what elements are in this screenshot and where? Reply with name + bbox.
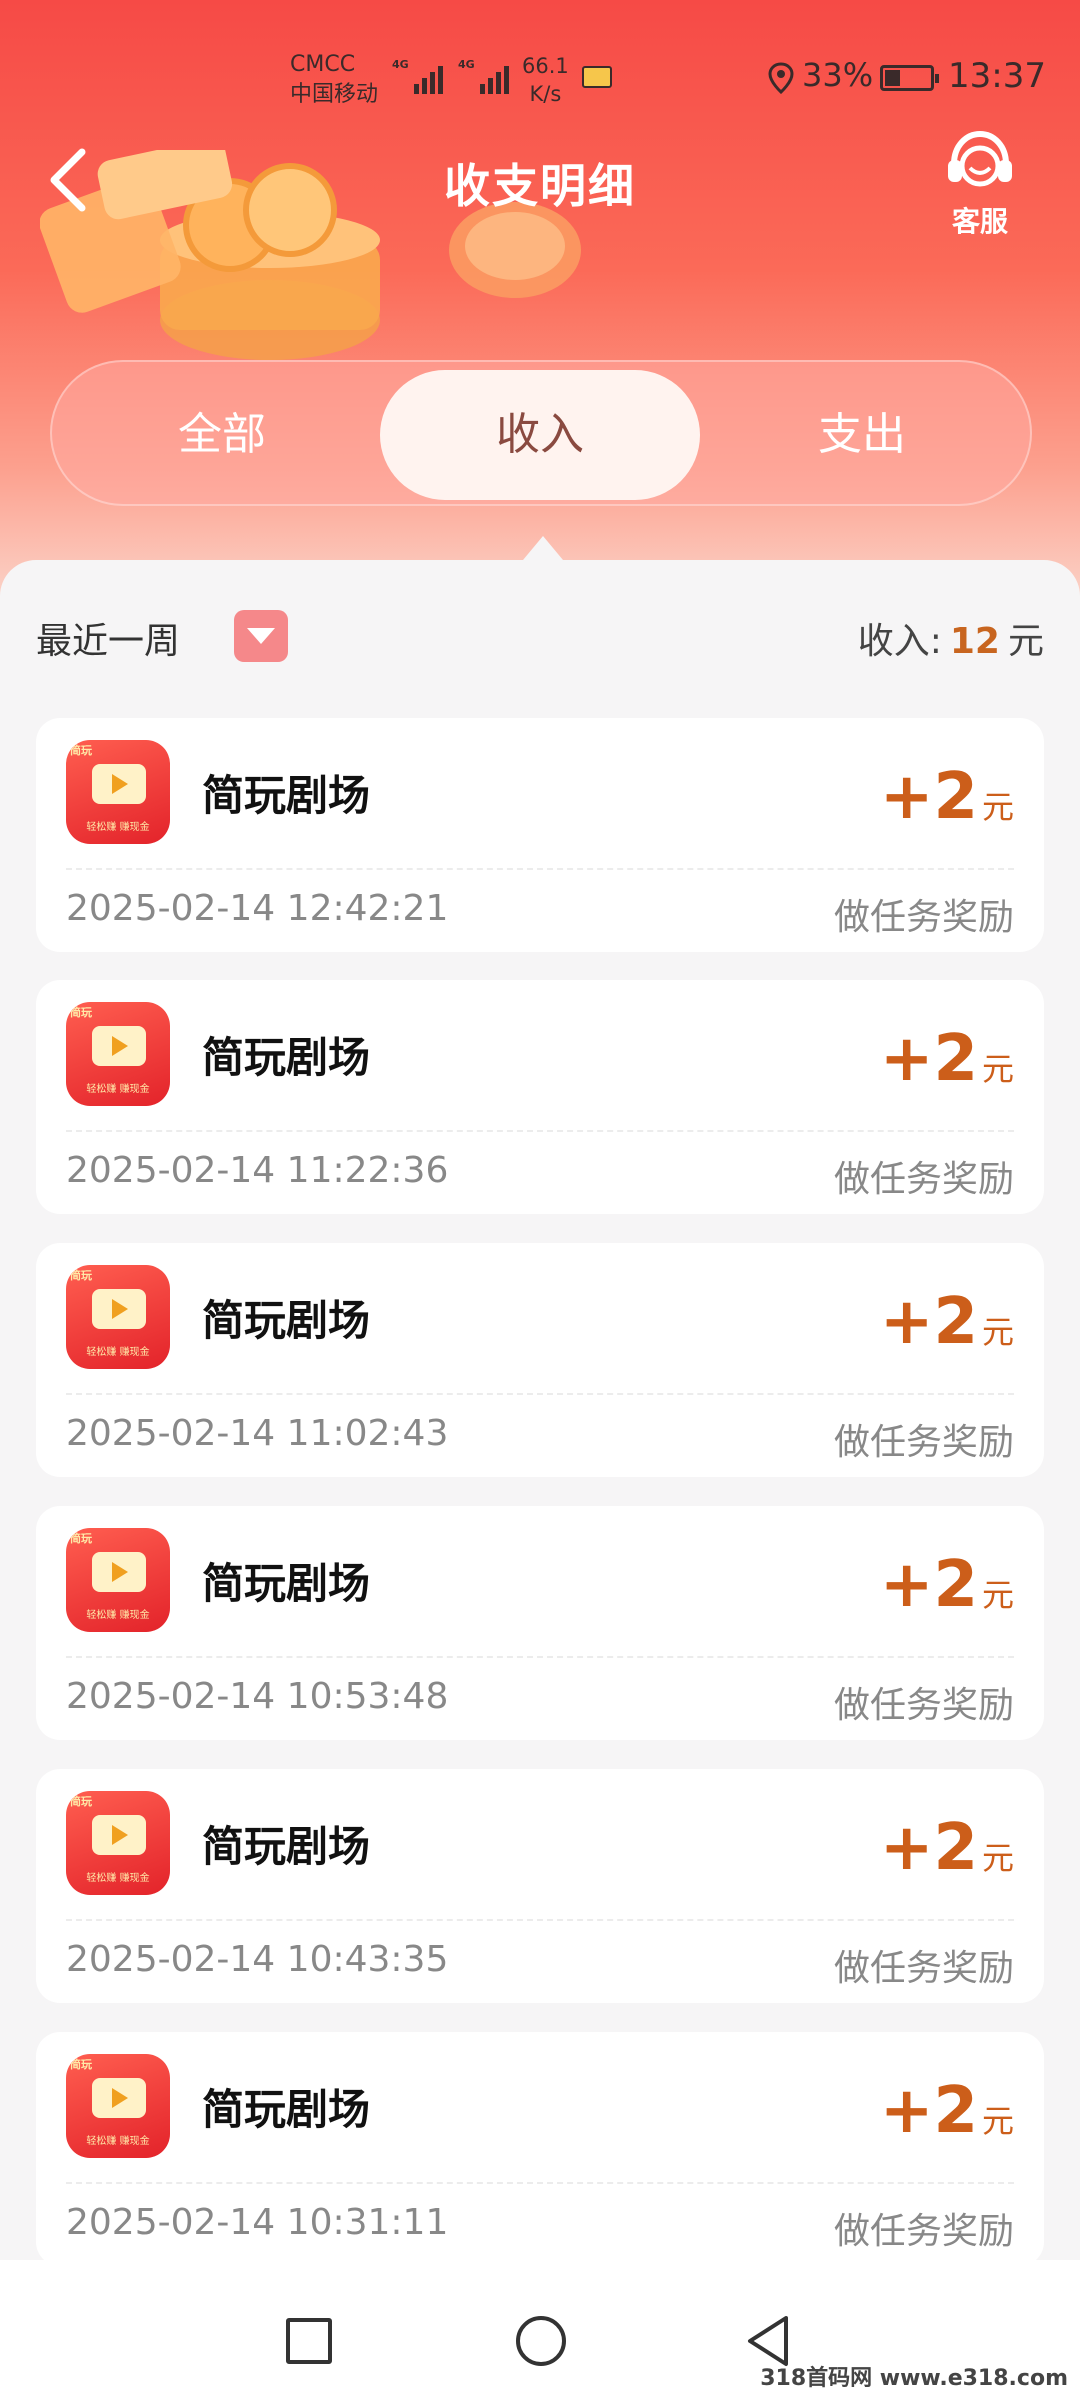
customer-service-button[interactable]: 客服: [928, 128, 1032, 238]
record-app-name: 简玩剧场: [202, 1822, 371, 1871]
watermark-text: 318首码网 www.e318.com: [760, 2366, 1068, 2391]
record-amount: +2 元: [879, 760, 1014, 834]
record-card[interactable]: 简玩 轻松赚 赚现金 简玩剧场 +2 元 2025-02-14 12:42:21 做…: [36, 718, 1044, 952]
record-type: 做任务奖励: [833, 2211, 1014, 2252]
play-icon: [92, 2078, 146, 2118]
play-icon: [92, 1026, 146, 1066]
app-icon: 简玩 轻松赚 赚现金: [66, 1791, 170, 1895]
app-icon: 简玩 轻松赚 赚现金: [66, 1265, 170, 1369]
record-time: 2025-02-14 10:43:35: [66, 1939, 449, 1980]
play-icon: [92, 1552, 146, 1592]
record-time: 2025-02-14 11:22:36: [66, 1150, 449, 1191]
divider: [66, 2182, 1014, 2184]
play-icon: [92, 764, 146, 804]
app-icon: 简玩 轻松赚 赚现金: [66, 1528, 170, 1632]
battery-icon: [880, 65, 939, 91]
record-app-name: 简玩剧场: [202, 771, 371, 820]
notification-app-icon: [582, 66, 612, 88]
tab-all[interactable]: 全部: [92, 362, 352, 508]
record-amount: +2 元: [879, 1811, 1014, 1885]
record-time: 2025-02-14 10:53:48: [66, 1676, 449, 1717]
record-card[interactable]: 简玩 轻松赚 赚现金 简玩剧场 +2 元 2025-02-14 10:43:35 做…: [36, 1769, 1044, 2003]
divider: [66, 1393, 1014, 1395]
record-type: 做任务奖励: [833, 897, 1014, 938]
record-card[interactable]: 简玩 轻松赚 赚现金 简玩剧场 +2 元 2025-02-14 11:02:43 做…: [36, 1243, 1044, 1477]
location-icon: [768, 62, 794, 94]
divider: [66, 1656, 1014, 1658]
clock: 13:37: [948, 56, 1046, 96]
app-icon: 简玩 轻松赚 赚现金: [66, 1002, 170, 1106]
home-button[interactable]: [516, 2316, 566, 2366]
tab-income[interactable]: 收入: [380, 370, 700, 500]
app-icon: 简玩 轻松赚 赚现金: [66, 740, 170, 844]
record-card[interactable]: 简玩 轻松赚 赚现金 简玩剧场 +2 元 2025-02-14 11:22:36 做…: [36, 980, 1044, 1214]
record-type: 做任务奖励: [833, 1948, 1014, 1989]
record-card[interactable]: 简玩 轻松赚 赚现金 简玩剧场 +2 元 2025-02-14 10:31:11 做…: [36, 2032, 1044, 2266]
record-app-name: 简玩剧场: [202, 1559, 371, 1608]
signal-icon: 4G: [392, 58, 443, 94]
status-bar: CMCC 中国移动 4G 4G 66.1 K/s 33% 13:37: [0, 0, 1080, 130]
headset-icon: [948, 130, 1012, 187]
divider: [66, 1919, 1014, 1921]
period-filter-label[interactable]: 最近一周: [36, 612, 180, 664]
income-total-value: 12: [949, 621, 1000, 662]
customer-service-label: 客服: [951, 205, 1008, 238]
battery-fill: [885, 70, 900, 86]
carrier-name-cn: 中国移动: [290, 82, 379, 107]
play-icon: [92, 1289, 146, 1329]
recent-apps-button[interactable]: [286, 2318, 332, 2364]
record-amount: +2 元: [879, 1285, 1014, 1359]
carrier-info: CMCC 中国移动: [290, 50, 378, 110]
record-app-name: 简玩剧场: [202, 2085, 371, 2134]
income-total-label: 收入:: [857, 621, 942, 662]
battery-percent: 33%: [802, 56, 874, 94]
carrier-name: CMCC: [290, 52, 356, 77]
record-time: 2025-02-14 11:02:43: [66, 1413, 449, 1454]
tab-bar: 全部 收入 支出: [50, 360, 1032, 506]
period-dropdown-button[interactable]: [234, 610, 288, 662]
record-card[interactable]: 简玩 轻松赚 赚现金 简玩剧场 +2 元 2025-02-14 10:53:48 做…: [36, 1506, 1044, 1740]
tab-expense[interactable]: 支出: [732, 362, 992, 508]
record-amount: +2 元: [879, 1022, 1014, 1096]
record-app-name: 简玩剧场: [202, 1296, 371, 1345]
app-icon: 简玩 轻松赚 赚现金: [66, 2054, 170, 2158]
header-background: CMCC 中国移动 4G 4G 66.1 K/s 33% 13:37 收支明细: [0, 0, 1080, 600]
record-type: 做任务奖励: [833, 1159, 1014, 1200]
record-time: 2025-02-14 10:31:11: [66, 2202, 449, 2243]
divider: [66, 868, 1014, 870]
record-type: 做任务奖励: [833, 1685, 1014, 1726]
income-total: 收入: 12 元: [858, 612, 1044, 664]
signal-icon-2: 4G: [458, 58, 509, 94]
record-amount: +2 元: [879, 2074, 1014, 2148]
play-icon: [92, 1815, 146, 1855]
income-total-unit: 元: [1007, 621, 1044, 662]
record-type: 做任务奖励: [833, 1422, 1014, 1463]
record-time: 2025-02-14 12:42:21: [66, 888, 449, 929]
record-amount: +2 元: [879, 1548, 1014, 1622]
divider: [66, 1130, 1014, 1132]
page-title: 收支明细: [444, 159, 636, 213]
record-app-name: 简玩剧场: [202, 1033, 371, 1082]
network-speed: 66.1 K/s: [522, 54, 569, 106]
